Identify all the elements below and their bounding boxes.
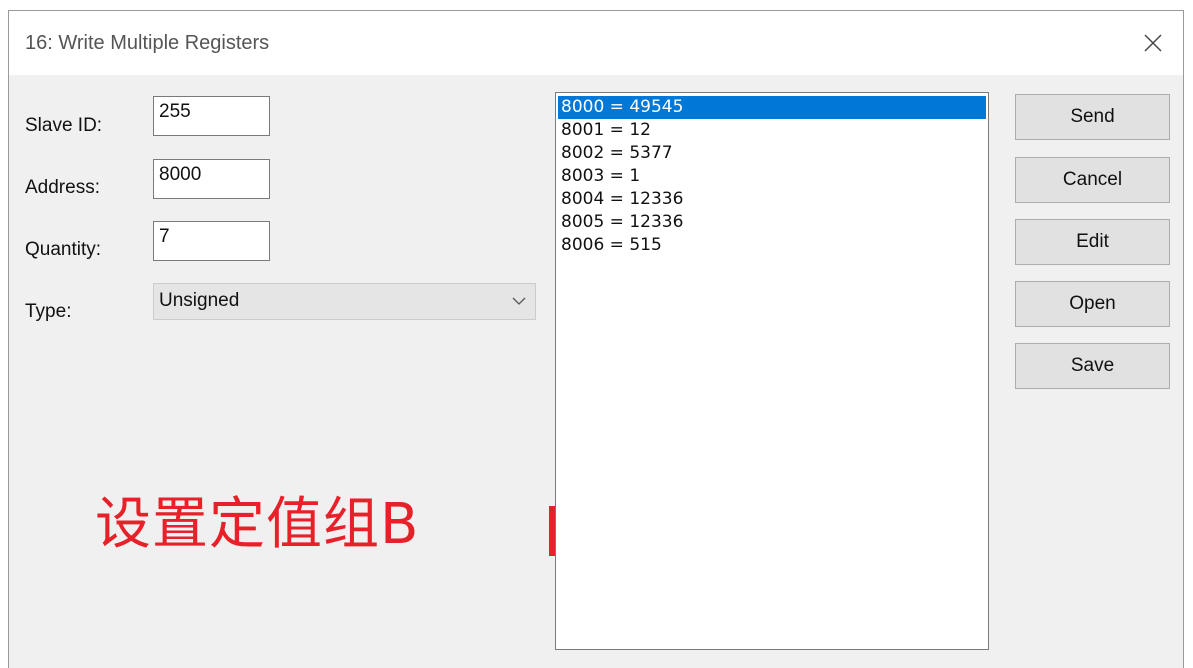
quantity-label: Quantity: [25,239,102,260]
register-list-item[interactable]: 8001 = 12 [558,119,986,142]
slave-id-input[interactable]: 255 [153,96,270,136]
type-dropdown[interactable]: Unsigned [153,283,536,320]
register-list[interactable]: 8000 = 49545 8001 = 12 8002 = 5377 8003 = 1… [555,92,989,650]
open-button[interactable]: Open [1015,281,1170,327]
edit-button[interactable]: Edit [1015,219,1170,265]
register-list-item[interactable]: 8003 = 1 [558,165,986,188]
title-bar: 16: Write Multiple Registers [9,11,1183,75]
address-label: Address: [25,177,100,198]
send-button[interactable]: Send [1015,94,1170,140]
dialog-window: 16: Write Multiple Registers Slave ID: 2… [8,10,1184,668]
slave-id-label: Slave ID: [25,115,103,136]
annotation-mark [549,506,555,556]
register-list-item[interactable]: 8000 = 49545 [558,96,986,119]
window-title: 16: Write Multiple Registers [25,32,270,54]
register-list-item[interactable]: 8002 = 5377 [558,142,986,165]
register-list-item[interactable]: 8005 = 12336 [558,211,986,234]
quantity-input[interactable]: 7 [153,221,270,261]
register-list-item[interactable]: 8004 = 12336 [558,188,986,211]
chevron-down-icon [512,297,526,305]
type-label: Type: [25,301,72,322]
cancel-button[interactable]: Cancel [1015,157,1170,203]
register-list-item[interactable]: 8006 = 515 [558,234,986,257]
type-dropdown-value: Unsigned [159,290,240,311]
close-button[interactable] [1123,11,1183,75]
save-button[interactable]: Save [1015,343,1170,389]
annotation-text: 设置定值组B [95,492,420,557]
address-input[interactable]: 8000 [153,159,270,199]
close-icon [1144,34,1162,52]
